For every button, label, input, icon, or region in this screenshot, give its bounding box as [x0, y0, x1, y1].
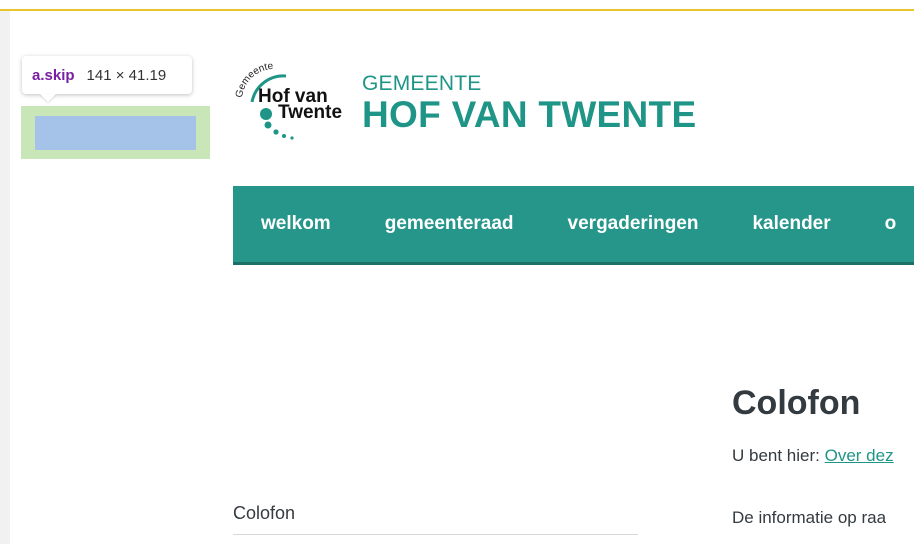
brand-title[interactable]: GEMEENTE HOF VAN TWENTE [362, 72, 696, 134]
tooltip-selector: a.skip [32, 66, 75, 84]
nav-item-overflow[interactable]: o [885, 213, 897, 235]
page-title: Colofon [732, 384, 861, 422]
nav-item-welkom[interactable]: welkom [261, 213, 331, 235]
top-border [0, 0, 914, 11]
breadcrumb-link[interactable]: Over dez [825, 446, 894, 465]
intro-text: De informatie op raa [732, 508, 887, 527]
devtools-left-strip [0, 11, 10, 544]
logo-line2: Twente [278, 102, 342, 123]
brand-small: GEMEENTE [362, 72, 482, 95]
nav-item-vergaderingen[interactable]: vergaderingen [568, 213, 699, 235]
nav-item-kalender[interactable]: kalender [752, 213, 830, 235]
brand-large: HOF VAN TWENTE [362, 94, 697, 135]
breadcrumb: U bent hier: Over dez [732, 446, 894, 466]
logo[interactable]: Gemeente Hof van Twente [232, 58, 352, 142]
devtools-inspect-tooltip: a.skip 141 × 41.19 [22, 56, 192, 94]
nav-item-gemeenteraad[interactable]: gemeenteraad [385, 213, 514, 235]
skip-link-content-box [35, 116, 196, 150]
sidebar-item-colofon[interactable]: Colofon [233, 503, 295, 524]
logo-mark-icon: Gemeente Hof van Twente [234, 61, 342, 140]
sidebar-divider [233, 534, 638, 535]
main-nav: welkom gemeenteraad vergaderingen kalend… [233, 186, 914, 265]
skip-link-highlight[interactable] [21, 106, 210, 159]
breadcrumb-prefix: U bent hier: [732, 446, 820, 465]
tooltip-size: 141 × 41.19 [86, 66, 167, 84]
